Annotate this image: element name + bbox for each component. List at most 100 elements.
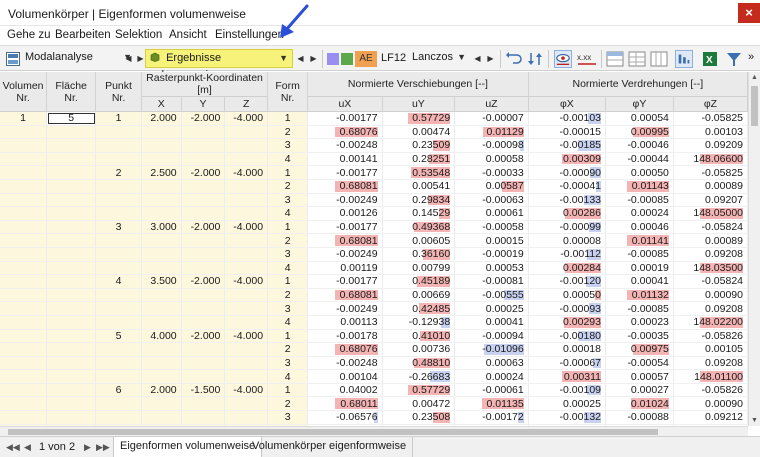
table-row[interactable]: 1 5 1 2.000 -2.000 -4.000 1 -0.00177 0.57729 -0.0… <box>0 111 748 126</box>
cell-x[interactable] <box>141 301 182 316</box>
cell-volumen[interactable] <box>0 383 48 398</box>
cell-ux[interactable]: 0.68011 <box>307 396 383 412</box>
cell-form[interactable]: 2 <box>267 396 309 412</box>
table-row[interactable]: 4 3.500 -2.000 -4.000 1 -0.00177 0.45189 -0.000… <box>0 274 748 289</box>
table-icon[interactable] <box>606 50 624 68</box>
cell-x[interactable] <box>141 288 182 303</box>
cell-z[interactable] <box>224 247 269 262</box>
cell-x[interactable] <box>141 342 182 357</box>
cell-form[interactable]: 4 <box>267 152 309 167</box>
cell-py[interactable]: 0.00054 <box>605 111 674 126</box>
cell-px[interactable]: 0.00311 <box>528 369 607 384</box>
cell-ux[interactable]: -0.00177 <box>307 111 383 126</box>
table-row[interactable]: 2 0.68081 0.00605 0.00015 0.00008 0.01141 0.00… <box>0 233 748 248</box>
cell-form[interactable]: 4 <box>267 369 309 384</box>
cell-pz[interactable]: -0.05824 <box>673 274 748 289</box>
cell-ux[interactable]: 0.68076 <box>307 125 383 140</box>
cell-punkt[interactable] <box>95 206 142 221</box>
table-row[interactable]: 4 0.00104 -0.26683 0.00024 0.00311 0.00057 148… <box>0 369 748 384</box>
menu-view[interactable]: Ansicht <box>169 29 207 41</box>
cell-ux[interactable]: 0.00104 <box>307 369 383 384</box>
table-row[interactable]: 3 3.000 -2.000 -4.000 1 -0.00177 0.49368 -0.000… <box>0 220 748 235</box>
prev-result-button[interactable]: ◀ <box>294 50 307 67</box>
close-button[interactable]: × <box>738 3 760 23</box>
cell-y[interactable] <box>181 152 226 167</box>
cell-uy[interactable]: -0.12938 <box>382 315 456 330</box>
cell-pz[interactable]: 0.00089 <box>673 233 748 248</box>
cell-ux[interactable]: -0.00177 <box>307 274 383 289</box>
cell-px[interactable]: -0.00120 <box>528 274 607 289</box>
cell-uz[interactable]: -0.00081 <box>454 274 529 289</box>
cell-pz[interactable]: 0.09208 <box>673 301 748 316</box>
view-eye-icon[interactable] <box>554 50 572 68</box>
cell-px[interactable]: -0.00180 <box>528 329 607 344</box>
cell-uz[interactable]: -0.00172 <box>454 410 529 425</box>
cell-z[interactable] <box>224 193 269 208</box>
cell-flaeche[interactable] <box>46 247 97 262</box>
table-row[interactable]: 3 -0.00249 0.29834 -0.00063 -0.00133 -0.00085… <box>0 193 748 208</box>
cell-uz[interactable]: 0.00061 <box>454 206 529 221</box>
cell-ux[interactable]: 0.04002 <box>307 383 383 398</box>
cell-punkt[interactable] <box>95 138 142 153</box>
horizontal-scrollbar[interactable] <box>0 426 748 436</box>
cell-uy[interactable]: 0.00541 <box>382 179 456 194</box>
table-row[interactable]: 2 0.68011 0.00472 0.01135 0.00025 0.01024 0.00… <box>0 396 748 412</box>
cell-volumen[interactable] <box>0 261 48 276</box>
cell-ux[interactable]: 0.68081 <box>307 233 383 248</box>
cell-z[interactable] <box>224 396 269 412</box>
cell-px[interactable]: 0.00008 <box>528 233 607 248</box>
cell-uy[interactable]: 0.14529 <box>382 206 456 221</box>
cell-px[interactable]: -0.00103 <box>528 111 607 126</box>
cell-y[interactable] <box>181 410 226 425</box>
table-row[interactable]: 2 0.68081 0.00669 -0.00555 0.00050 0.01132 0.0… <box>0 288 748 303</box>
cell-x[interactable]: 4.000 <box>141 329 182 344</box>
cell-y[interactable] <box>181 125 226 140</box>
cell-x[interactable] <box>141 261 182 276</box>
cell-punkt[interactable] <box>95 356 142 371</box>
cell-ux[interactable]: -0.00177 <box>307 165 383 180</box>
cell-flaeche[interactable] <box>46 356 97 371</box>
cell-punkt[interactable] <box>95 193 142 208</box>
cell-flaeche[interactable] <box>46 410 97 425</box>
cell-uy[interactable]: 0.42485 <box>382 301 456 316</box>
cell-form[interactable]: 4 <box>267 261 309 276</box>
cell-pz[interactable]: 0.09212 <box>673 410 748 425</box>
scroll-down-icon[interactable]: ▼ <box>751 417 758 424</box>
export-excel-icon[interactable]: X <box>701 50 719 68</box>
cell-y[interactable] <box>181 233 226 248</box>
cell-x[interactable]: 2.000 <box>141 383 182 398</box>
cell-form[interactable]: 1 <box>267 165 309 180</box>
cell-ux[interactable]: -0.00249 <box>307 301 383 316</box>
cell-x[interactable] <box>141 233 182 248</box>
cell-punkt[interactable]: 4 <box>95 274 142 289</box>
cell-y[interactable] <box>181 315 226 330</box>
table-row[interactable]: 3 -0.00248 0.23509 -0.00098 -0.00185 -0.00046… <box>0 138 748 153</box>
cell-x[interactable] <box>141 356 182 371</box>
cell-uz[interactable]: 0.01135 <box>454 396 529 412</box>
cell-uz[interactable]: -0.00555 <box>454 288 529 303</box>
cell-uy[interactable]: 0.49368 <box>382 220 456 235</box>
cell-z[interactable] <box>224 206 269 221</box>
table-row[interactable]: 4 0.00119 0.00799 0.00053 0.00284 0.00019 148.… <box>0 261 748 276</box>
cell-ux[interactable]: 0.00113 <box>307 315 383 330</box>
cell-py[interactable]: -0.00035 <box>605 329 674 344</box>
scroll-thumb[interactable] <box>8 429 658 435</box>
cell-ux[interactable]: 0.00126 <box>307 206 383 221</box>
cell-volumen[interactable] <box>0 193 48 208</box>
cell-x[interactable] <box>141 410 182 425</box>
cell-punkt[interactable] <box>95 261 142 276</box>
cell-flaeche[interactable]: 5 <box>46 111 97 126</box>
scroll-thumb[interactable] <box>751 86 758 126</box>
cell-x[interactable] <box>141 206 182 221</box>
cell-py[interactable]: -0.00054 <box>605 356 674 371</box>
cell-uy[interactable]: 0.53548 <box>382 165 456 180</box>
cell-z[interactable] <box>224 356 269 371</box>
cell-px[interactable]: -0.00015 <box>528 125 607 140</box>
cell-form[interactable]: 2 <box>267 179 309 194</box>
cell-uz[interactable]: 0.00058 <box>454 152 529 167</box>
cell-z[interactable]: -4.000 <box>224 329 269 344</box>
cell-pz[interactable]: 0.00090 <box>673 288 748 303</box>
cell-ux[interactable]: -0.00249 <box>307 193 383 208</box>
cell-flaeche[interactable] <box>46 152 97 167</box>
table-row[interactable]: 3 -0.06576 0.23508 -0.00172 -0.00132 -0.00088… <box>0 410 748 425</box>
